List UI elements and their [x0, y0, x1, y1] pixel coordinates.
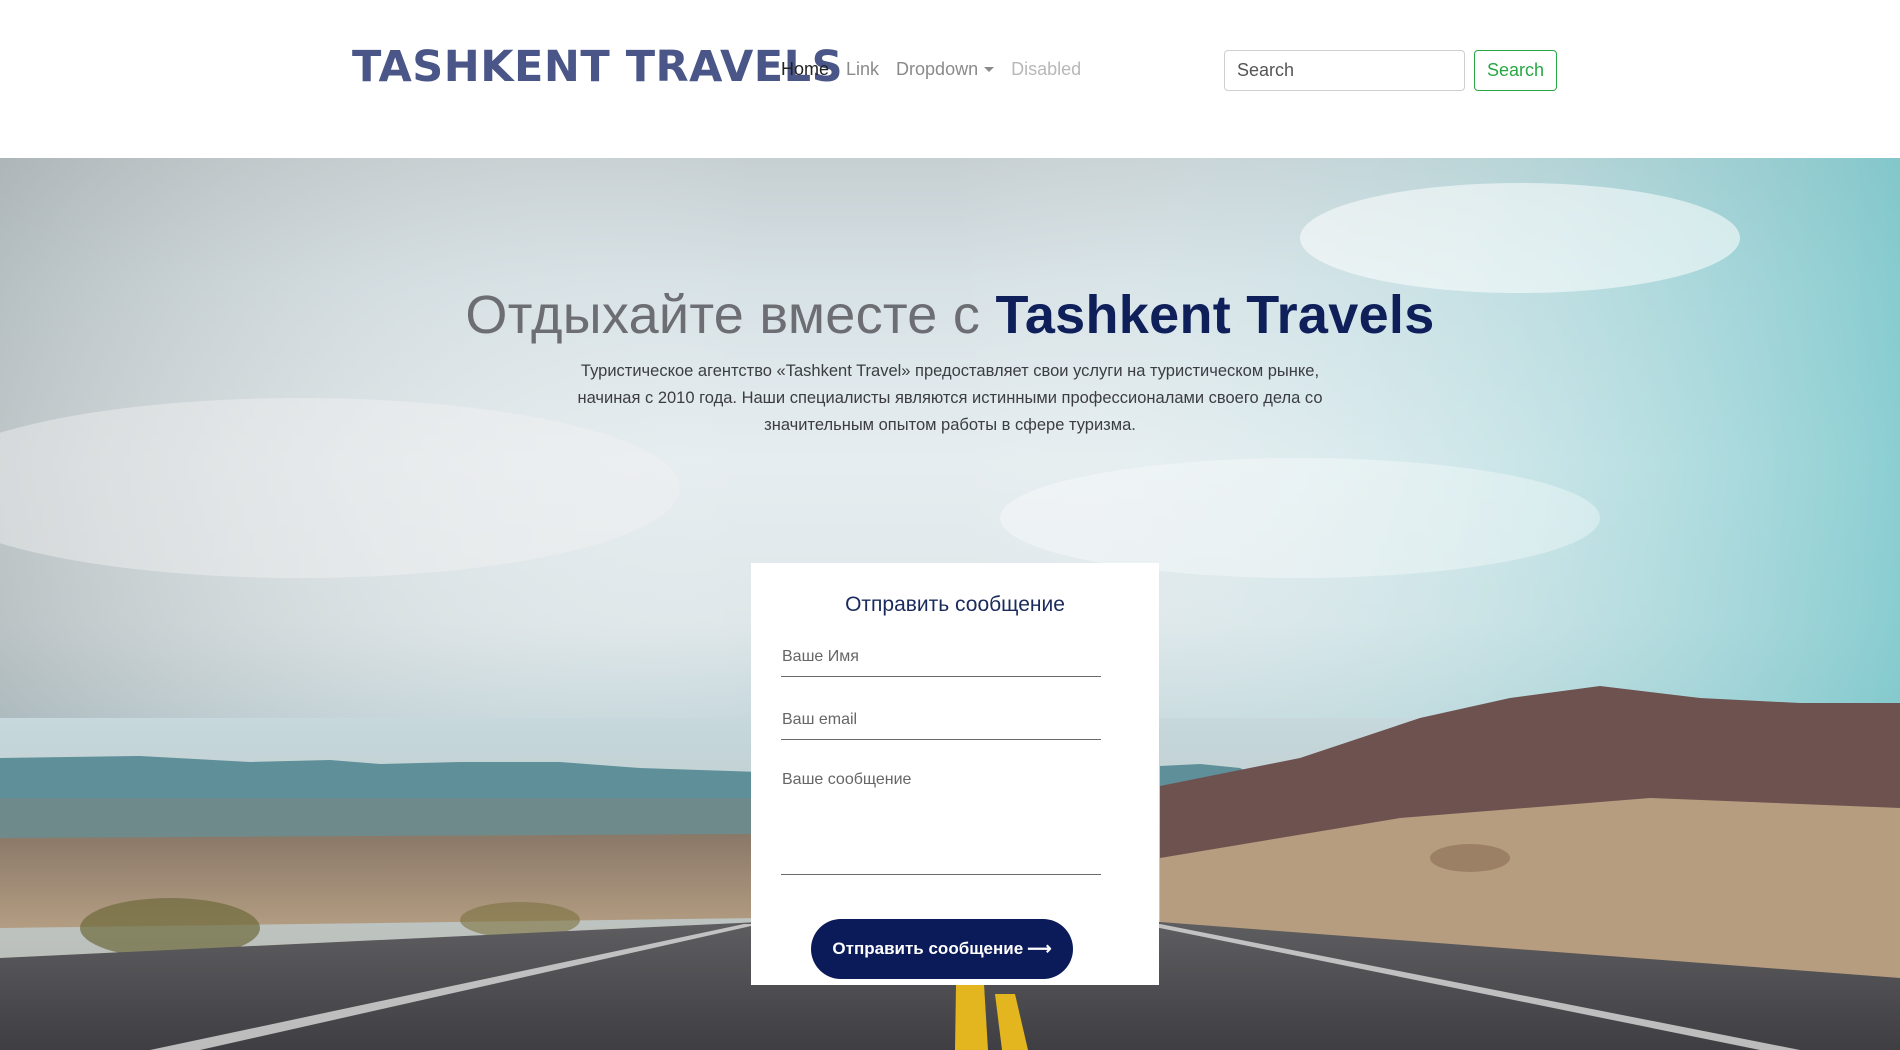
right-arrow-icon: ⟶: [1027, 939, 1052, 958]
send-message-label: Отправить сообщение: [832, 939, 1024, 958]
contact-form-title: Отправить сообщение: [845, 593, 1065, 616]
search-input[interactable]: [1224, 50, 1465, 91]
brand-logo[interactable]: TASHKENT TRAVELS: [352, 42, 843, 92]
hero-title: Отдыхайте вместе с Tashkent Travels: [0, 284, 1900, 346]
nav-dropdown-label: Dropdown: [896, 59, 979, 79]
hero-title-light: Отдыхайте вместе с: [465, 285, 996, 345]
send-message-button[interactable]: Отправить сообщение ⟶: [811, 919, 1073, 979]
email-field[interactable]: [781, 706, 1101, 740]
search-button[interactable]: Search: [1474, 50, 1557, 91]
nav-disabled: Disabled: [1011, 59, 1082, 79]
hero-title-strong: Tashkent Travels: [995, 285, 1435, 345]
caret-down-icon: [984, 67, 995, 72]
message-field[interactable]: [781, 771, 1101, 875]
contact-form: Отправить сообщение Отправить сообщение …: [751, 563, 1159, 985]
name-field[interactable]: [781, 643, 1101, 677]
nav-dropdown[interactable]: Dropdown: [896, 59, 995, 80]
nav-home[interactable]: Home: [781, 59, 829, 80]
navbar: TASHKENT TRAVELS Home Link Dropdown Disa…: [0, 0, 1900, 158]
hero-section: Отдыхайте вместе с Tashkent Travels Тури…: [0, 158, 1900, 1050]
nav-links: Home Link Dropdown Disabled: [781, 59, 1081, 80]
hero-description: Туристическое агентство «Tashkent Travel…: [577, 362, 1323, 434]
nav-link[interactable]: Link: [846, 59, 879, 80]
